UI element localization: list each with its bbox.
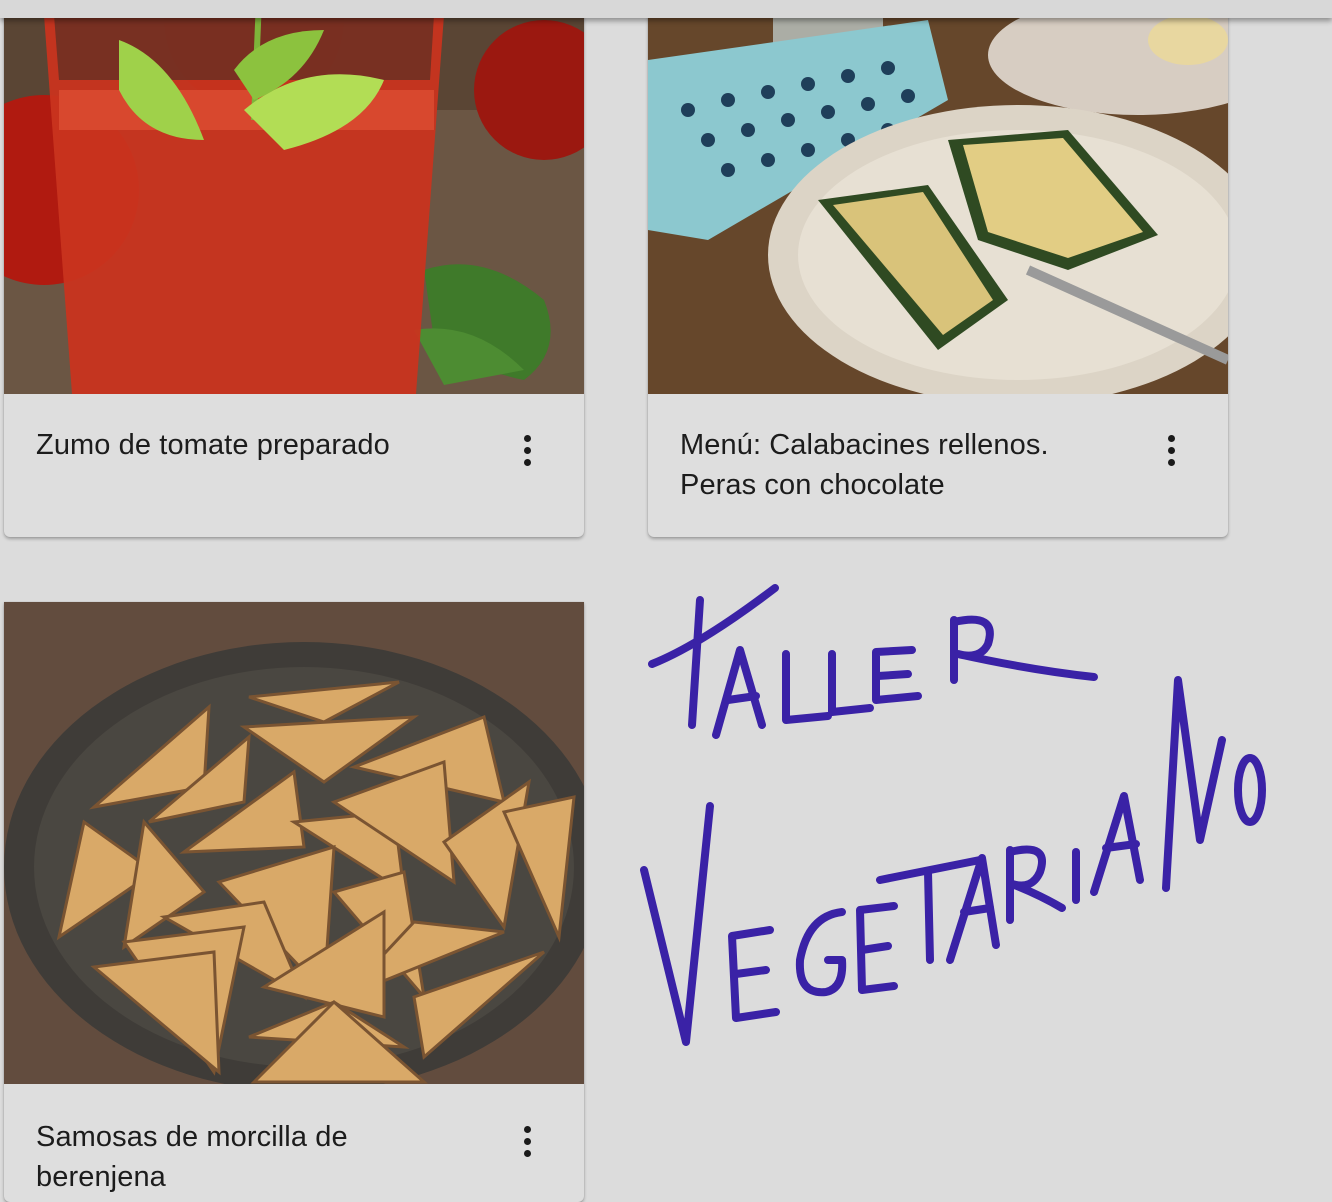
handwritten-annotation	[640, 584, 1266, 1046]
more-vert-icon[interactable]	[515, 1121, 539, 1161]
recipe-image-samosas[interactable]	[4, 602, 584, 1084]
top-app-bar	[0, 0, 1332, 18]
more-vert-icon[interactable]	[1159, 430, 1183, 470]
recipe-image-stuffed-zucchini[interactable]	[648, 0, 1228, 394]
recipe-card-zumo[interactable]: Zumo de tomate preparado	[4, 0, 584, 537]
recipe-title[interactable]: Samosas de morcilla de berenjena	[36, 1117, 476, 1197]
recipe-card-calabacines[interactable]: Menú: Calabacines rellenos. Peras con ch…	[648, 0, 1228, 537]
more-vert-icon[interactable]	[515, 430, 539, 470]
recipe-image-tomato-juice[interactable]	[4, 0, 584, 394]
recipe-card-samosas[interactable]: Samosas de morcilla de berenjena	[4, 602, 584, 1202]
recipe-title[interactable]: Menú: Calabacines rellenos. Peras con ch…	[680, 425, 1120, 505]
recipe-title[interactable]: Zumo de tomate preparado	[36, 425, 476, 465]
